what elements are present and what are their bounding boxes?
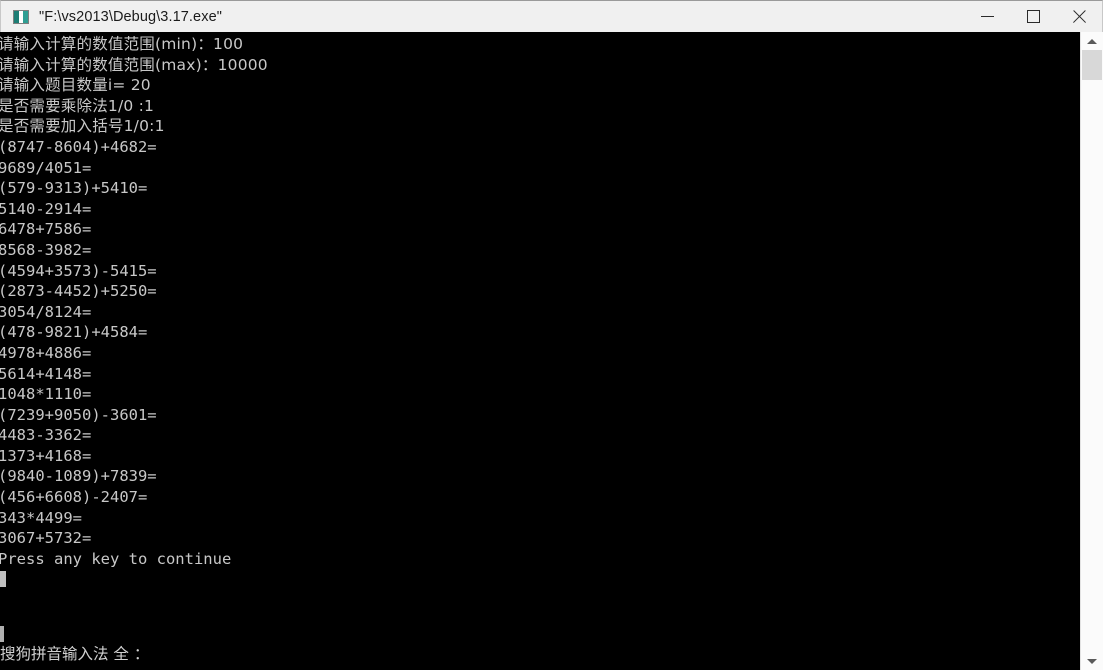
ime-status-text: 搜狗拼音输入法 全 ：	[0, 645, 150, 663]
console-line: (456+6608)-2407=	[0, 488, 148, 507]
console-line: (579-9313)+5410=	[0, 179, 148, 198]
close-button[interactable]	[1056, 1, 1102, 32]
text-cursor	[0, 571, 6, 588]
console-line: 请输入计算的数值范围(min)：100	[0, 35, 244, 53]
console-line: 9689/4051=	[0, 158, 92, 177]
console-line: 1373+4168=	[0, 446, 92, 465]
window-title: "F:\vs2013\Debug\3.17.exe"	[39, 8, 222, 25]
minimize-button[interactable]	[964, 1, 1010, 32]
console-line: 343*4499=	[0, 508, 82, 527]
console-line: (2873-4452)+5250=	[0, 282, 157, 301]
window-controls	[964, 1, 1102, 32]
console-window: "F:\vs2013\Debug\3.17.exe" 请输入计算的数值范围(mi…	[0, 0, 1103, 670]
console-line: 4483-3362=	[0, 426, 92, 445]
console-line: (4594+3573)-5415=	[0, 261, 157, 280]
console-line: 请输入计算的数值范围(max)：10000	[0, 55, 268, 74]
console-line: (7239+9050)-3601=	[0, 405, 157, 424]
console-line: 1048*1110=	[0, 385, 92, 404]
console-line: 3067+5732=	[0, 529, 92, 548]
maximize-icon	[1026, 10, 1040, 23]
title-bar[interactable]: "F:\vs2013\Debug\3.17.exe"	[0, 0, 1103, 32]
console-line: 6478+7586=	[0, 220, 92, 239]
ime-edge-marker	[0, 626, 4, 642]
scroll-up-icon	[1087, 38, 1097, 44]
console-line: 请输入题目数量i= 20	[0, 76, 151, 95]
console-app-icon	[13, 9, 29, 24]
maximize-button[interactable]	[1010, 1, 1056, 32]
console-line: 5140-2914=	[0, 199, 92, 218]
ime-status-bar[interactable]: 搜狗拼音输入法 全 ：	[0, 626, 1080, 670]
console-cursor-line	[0, 569, 1080, 590]
console-line: 是否需要加入括号1/0:1	[0, 117, 165, 136]
scroll-down-icon	[1087, 658, 1097, 664]
scroll-down-button[interactable]	[1081, 652, 1103, 670]
scrollbar-thumb[interactable]	[1082, 50, 1102, 80]
console-footer-line: Press any key to continue	[0, 549, 232, 568]
console-line: (8747-8604)+4682=	[0, 137, 157, 156]
console-line: 4978+4886=	[0, 343, 92, 362]
console-text-buffer: 请输入计算的数值范围(min)：100 请输入计算的数值范围(max)：1000…	[0, 34, 1080, 590]
console-line: (478-9821)+4584=	[0, 323, 148, 342]
console-line: 8568-3982=	[0, 240, 92, 259]
scrollbar-track[interactable]	[1081, 50, 1103, 652]
console-line: 5614+4148=	[0, 364, 92, 383]
console-line: 是否需要乘除法1/0 :1	[0, 96, 155, 115]
console-line: 3054/8124=	[0, 302, 92, 321]
scroll-up-button[interactable]	[1081, 32, 1103, 50]
vertical-scrollbar[interactable]	[1080, 32, 1103, 670]
console-output-area[interactable]: 请输入计算的数值范围(min)：100 请输入计算的数值范围(max)：1000…	[0, 32, 1080, 670]
console-line: (9840-1089)+7839=	[0, 467, 157, 486]
minimize-icon	[980, 16, 994, 17]
close-icon	[1072, 9, 1087, 24]
